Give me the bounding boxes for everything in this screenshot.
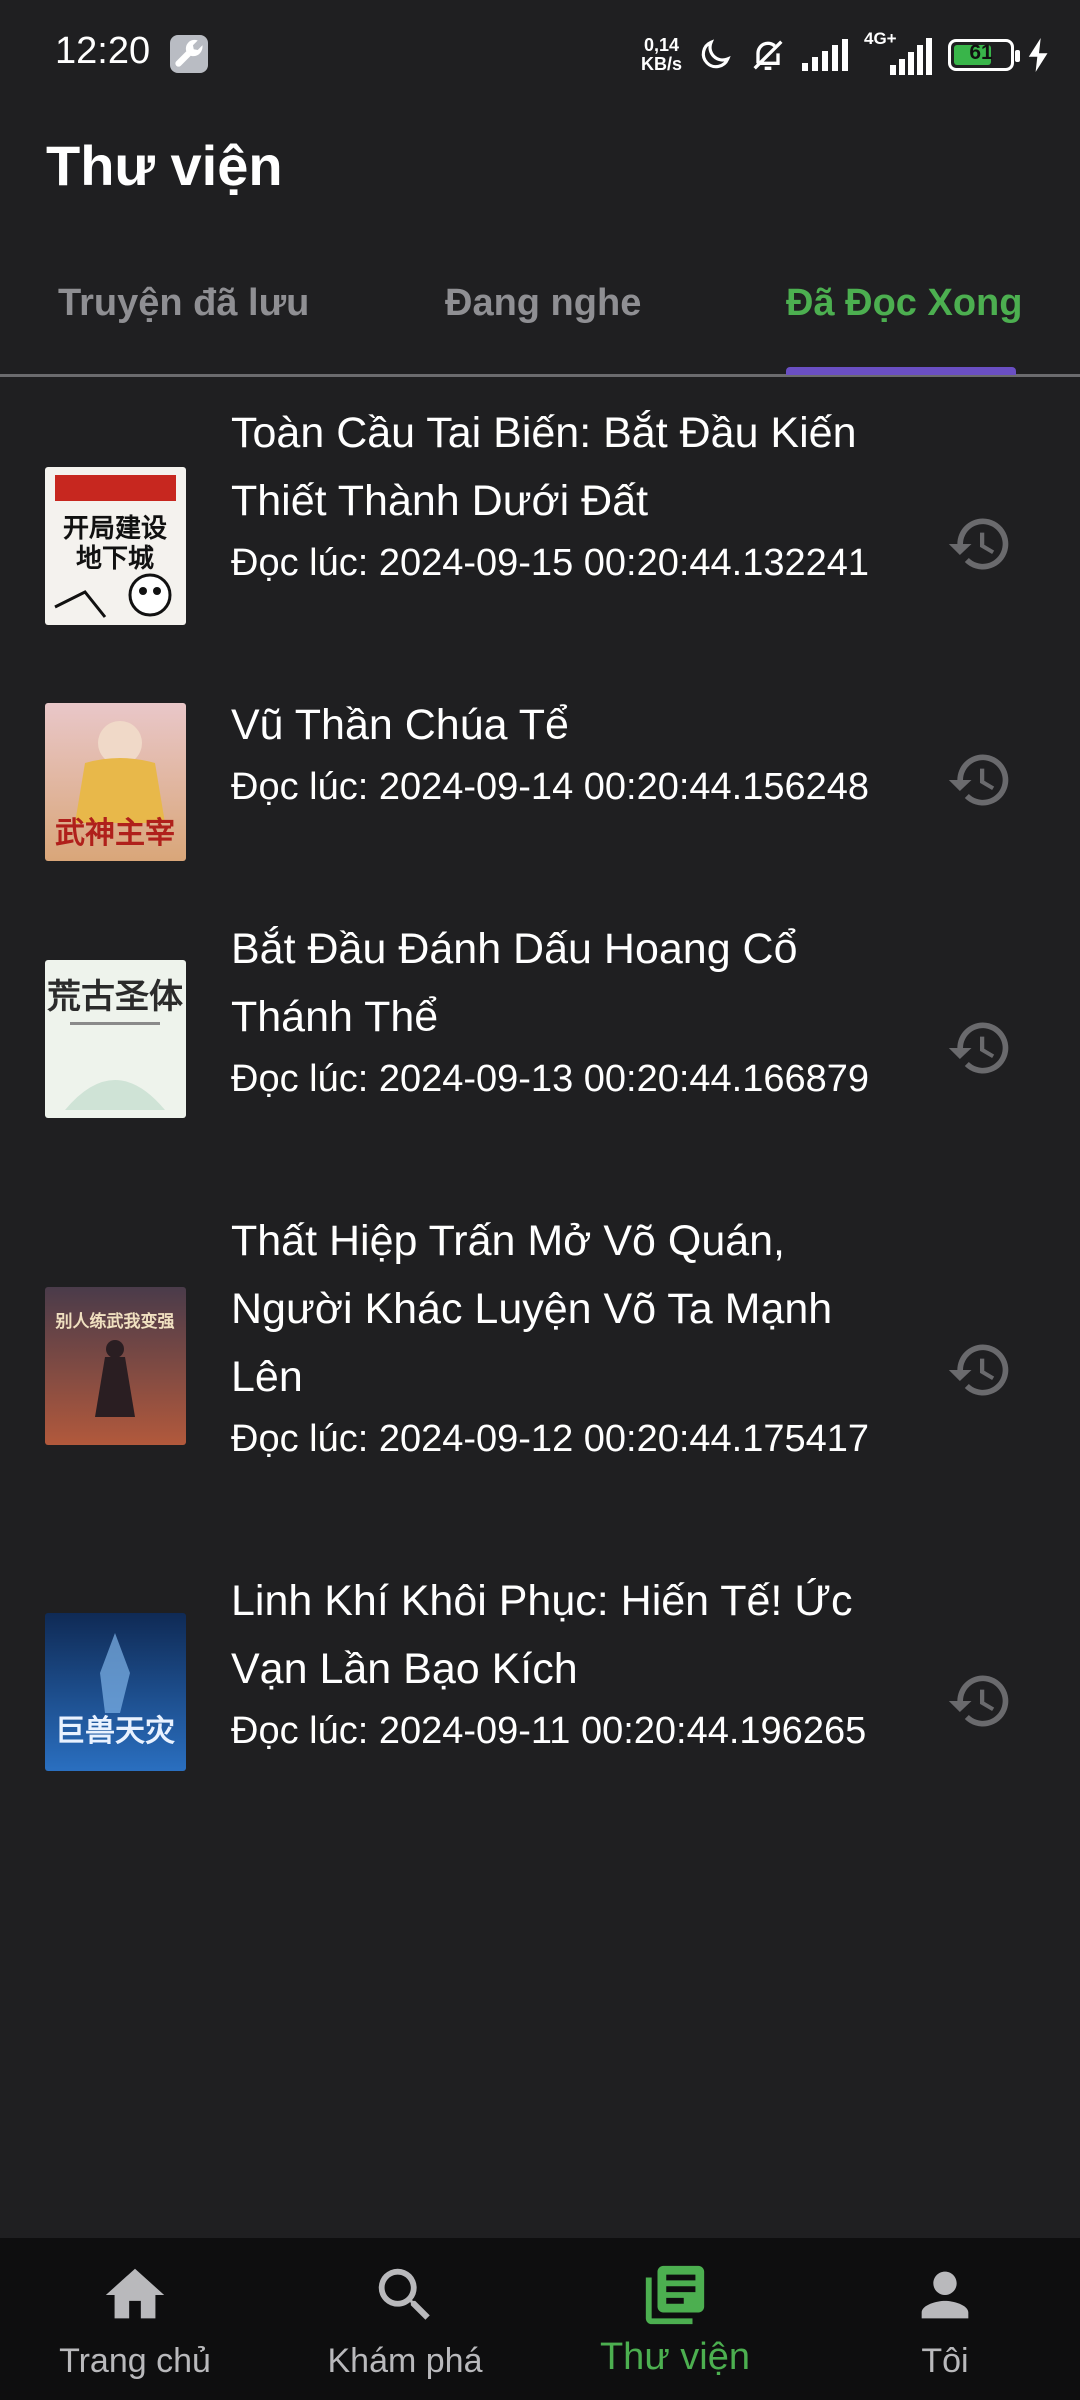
page-title: Thư viện xyxy=(46,134,283,197)
book-cover[interactable]: 别人练武我变强 xyxy=(45,1287,186,1445)
history-icon[interactable] xyxy=(946,1336,1014,1404)
book-cover[interactable]: 荒古圣体 xyxy=(45,960,186,1118)
read-timestamp: Đọc lúc: 2024-09-12 00:20:44.175417 xyxy=(231,1418,870,1460)
history-icon[interactable] xyxy=(946,1667,1014,1735)
svg-text:地下城: 地下城 xyxy=(76,544,154,574)
nav-label: Tôi xyxy=(921,2342,969,2380)
nav-label: Trang chủ xyxy=(59,2342,211,2380)
nav-label: Khám phá xyxy=(327,2342,483,2380)
read-timestamp: Đọc lúc: 2024-09-11 00:20:44.196265 xyxy=(231,1710,867,1752)
library-icon xyxy=(645,2265,705,2325)
book-info: Bắt Đầu Đánh Dấu Hoang Cổ Thánh Thể Đọc … xyxy=(231,915,911,1107)
list-item[interactable]: 别人练武我变强 Thất Hiệp Trấn Mở Võ Quán, Người… xyxy=(0,1207,1080,1545)
bottom-nav: Trang chủ Khám phá Thư viện Tôi xyxy=(0,2238,1080,2400)
book-title: Linh Khí Khôi Phục: Hiến Tế! Ức Vạn Lần … xyxy=(231,1577,853,1693)
battery-icon: 61 xyxy=(948,39,1020,71)
book-title: Thất Hiệp Trấn Mở Võ Quán, Người Khác Lu… xyxy=(231,1217,833,1401)
book-info: Vũ Thần Chúa Tể Đọc lúc: 2024-09-14 00:2… xyxy=(231,691,911,815)
nav-library[interactable]: Thư viện xyxy=(540,2238,810,2400)
book-cover[interactable]: 开局建设 地下城 xyxy=(45,467,186,625)
charging-icon xyxy=(1028,38,1048,72)
svg-text:荒古圣体: 荒古圣体 xyxy=(47,977,183,1017)
moon-icon xyxy=(701,39,731,69)
wrench-icon xyxy=(170,35,208,73)
nav-label: Thư viện xyxy=(599,2336,751,2378)
read-timestamp: Đọc lúc: 2024-09-13 00:20:44.166879 xyxy=(231,1058,870,1100)
book-cover[interactable]: 巨兽天灾 xyxy=(45,1613,186,1771)
search-icon xyxy=(378,2268,430,2320)
nav-explore[interactable]: Khám phá xyxy=(270,2238,540,2400)
signal-4g-icon: 4G+ xyxy=(864,29,934,75)
read-timestamp: Đọc lúc: 2024-09-14 00:20:44.156248 xyxy=(231,766,870,808)
book-title: Vũ Thần Chúa Tể xyxy=(231,701,569,749)
history-icon[interactable] xyxy=(946,1014,1014,1082)
nav-profile[interactable]: Tôi xyxy=(810,2238,1080,2400)
person-icon xyxy=(921,2271,969,2319)
book-info: Thất Hiệp Trấn Mở Võ Quán, Người Khác Lu… xyxy=(231,1207,911,1467)
net-speed: 0,14 KB/s xyxy=(640,35,682,74)
home-icon xyxy=(105,2268,165,2319)
list-item[interactable]: 荒古圣体 Bắt Đầu Đánh Dấu Hoang Cổ Thánh Thể… xyxy=(0,915,1080,1185)
tab-bar: Truyện đã lưu Đang nghe Đã Đọc Xong xyxy=(0,260,1080,377)
svg-text:武神主宰: 武神主宰 xyxy=(55,816,175,851)
book-info: Linh Khí Khôi Phục: Hiến Tế! Ức Vạn Lần … xyxy=(231,1567,911,1759)
svg-text:别人练武我变强: 别人练武我变强 xyxy=(55,1311,175,1332)
bell-off-icon xyxy=(753,40,783,70)
tab-indicator xyxy=(786,367,1016,375)
read-timestamp: Đọc lúc: 2024-09-15 00:20:44.132241 xyxy=(231,542,870,584)
svg-text:开局建设: 开局建设 xyxy=(63,514,167,544)
list-item[interactable]: 开局建设 地下城 Toàn Cầu Tai Biến: Bắt Đầu Kiến… xyxy=(0,399,1080,669)
book-title: Bắt Đầu Đánh Dấu Hoang Cổ Thánh Thể xyxy=(231,925,798,1041)
tab-finished[interactable]: Đã Đọc Xong xyxy=(786,282,1022,325)
history-icon[interactable] xyxy=(946,510,1014,578)
svg-text:巨兽天灾: 巨兽天灾 xyxy=(55,1714,175,1749)
tab-listening[interactable]: Đang nghe xyxy=(445,282,641,325)
status-bar: 12:20 0,14 KB/s 4G+ 61 xyxy=(0,0,1080,110)
book-info: Toàn Cầu Tai Biến: Bắt Đầu Kiến Thiết Th… xyxy=(231,399,911,591)
status-icons: 0,14 KB/s 4G+ 61 xyxy=(640,29,1050,80)
nav-home[interactable]: Trang chủ xyxy=(0,2238,270,2400)
history-icon[interactable] xyxy=(946,746,1014,814)
list-item[interactable]: 武神主宰 Vũ Thần Chúa Tể Đọc lúc: 2024-09-14… xyxy=(0,691,1080,897)
status-time: 12:20 xyxy=(55,30,151,72)
tab-saved[interactable]: Truyện đã lưu xyxy=(58,282,309,325)
book-title: Toàn Cầu Tai Biến: Bắt Đầu Kiến Thiết Th… xyxy=(231,409,857,525)
book-cover[interactable]: 武神主宰 xyxy=(45,703,186,861)
signal-icon xyxy=(802,39,848,71)
list-item[interactable]: 巨兽天灾 Linh Khí Khôi Phục: Hiến Tế! Ức Vạn… xyxy=(0,1567,1080,1837)
